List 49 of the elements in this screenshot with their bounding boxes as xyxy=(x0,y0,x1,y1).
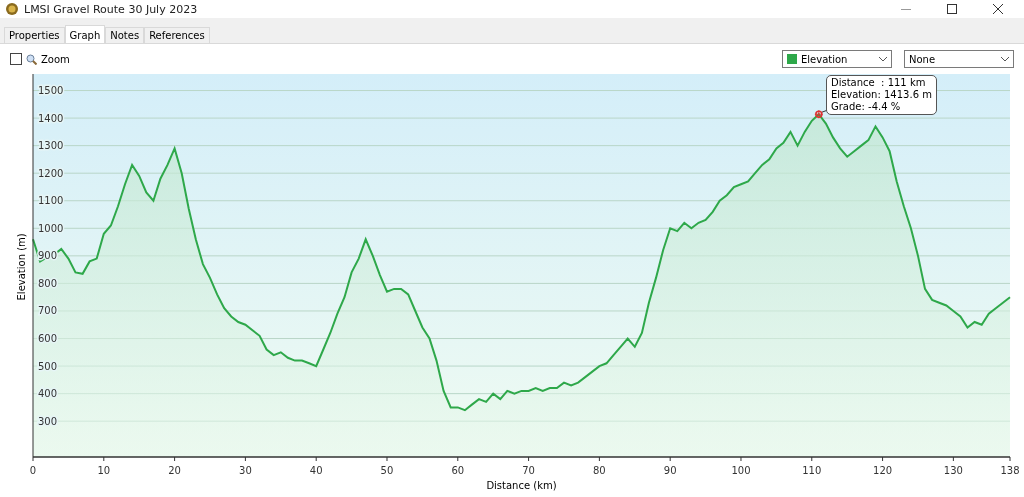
x-tick-label: 50 xyxy=(380,465,394,476)
x-tick-label: 60 xyxy=(451,465,465,476)
chevron-icon xyxy=(1001,56,1009,62)
chevron-icon xyxy=(879,56,887,62)
second-dropdown[interactable]: None xyxy=(904,50,1014,68)
x-tick-label: 90 xyxy=(663,465,677,476)
x-tick-label: 100 xyxy=(731,465,751,476)
y-tick-label: 1200 xyxy=(38,167,64,179)
y-tick-label: 1400 xyxy=(38,112,64,124)
magnifier-icon xyxy=(26,53,37,65)
x-tick-label: 138 xyxy=(1000,465,1020,476)
y-tick-label: 400 xyxy=(38,388,58,400)
tab[interactable]: Graph xyxy=(64,25,106,43)
y-tick-label: 1500 xyxy=(38,85,64,97)
minimize-icon xyxy=(901,8,911,10)
tab[interactable]: References xyxy=(144,27,210,43)
series-dropdown[interactable]: Elevation xyxy=(782,50,892,68)
y-tick-label: 700 xyxy=(38,305,58,317)
x-tick-label: 110 xyxy=(802,465,822,476)
y-tick-label: 1000 xyxy=(38,222,64,234)
tab[interactable]: Properties xyxy=(4,27,65,43)
y-tick-label: 1300 xyxy=(38,140,64,152)
close-icon xyxy=(993,4,1003,14)
zoom-label: Zoom xyxy=(41,53,70,65)
x-tick-label: 10 xyxy=(97,465,111,476)
tooltip-line: Grade: -4.4 % xyxy=(831,101,902,113)
x-tick-label: 130 xyxy=(943,465,963,476)
marker-icon xyxy=(814,109,824,119)
x-tick-label: 80 xyxy=(593,465,606,476)
y-tick-label: 500 xyxy=(38,360,58,372)
app-logo-icon xyxy=(6,3,18,15)
maximize-icon xyxy=(947,4,957,14)
window-title: LMSI Gravel Route 30 July 2023 xyxy=(24,2,199,16)
x-tick-label: 20 xyxy=(168,465,181,476)
tooltip-line: Distance : 111 km xyxy=(831,77,927,89)
x-tick-label: 40 xyxy=(309,465,323,476)
y-tick-label: 1100 xyxy=(38,195,64,207)
x-tick-label: 0 xyxy=(29,465,37,476)
x-tick-label: 30 xyxy=(239,465,252,476)
x-tick-label: 120 xyxy=(873,465,893,476)
zoom-checkbox[interactable] xyxy=(10,53,22,65)
y-tick-label: 300 xyxy=(38,415,58,427)
y-axis-title: Elevation (m) xyxy=(16,233,27,301)
tooltip-line: Elevation: 1413.6 m xyxy=(831,89,932,101)
tab[interactable]: Notes xyxy=(105,27,145,43)
y-tick-label: 800 xyxy=(38,277,58,289)
y-tick-label: 600 xyxy=(38,333,58,344)
x-tick-label: 70 xyxy=(522,465,535,476)
x-axis-title: Distance (km) xyxy=(486,480,557,491)
